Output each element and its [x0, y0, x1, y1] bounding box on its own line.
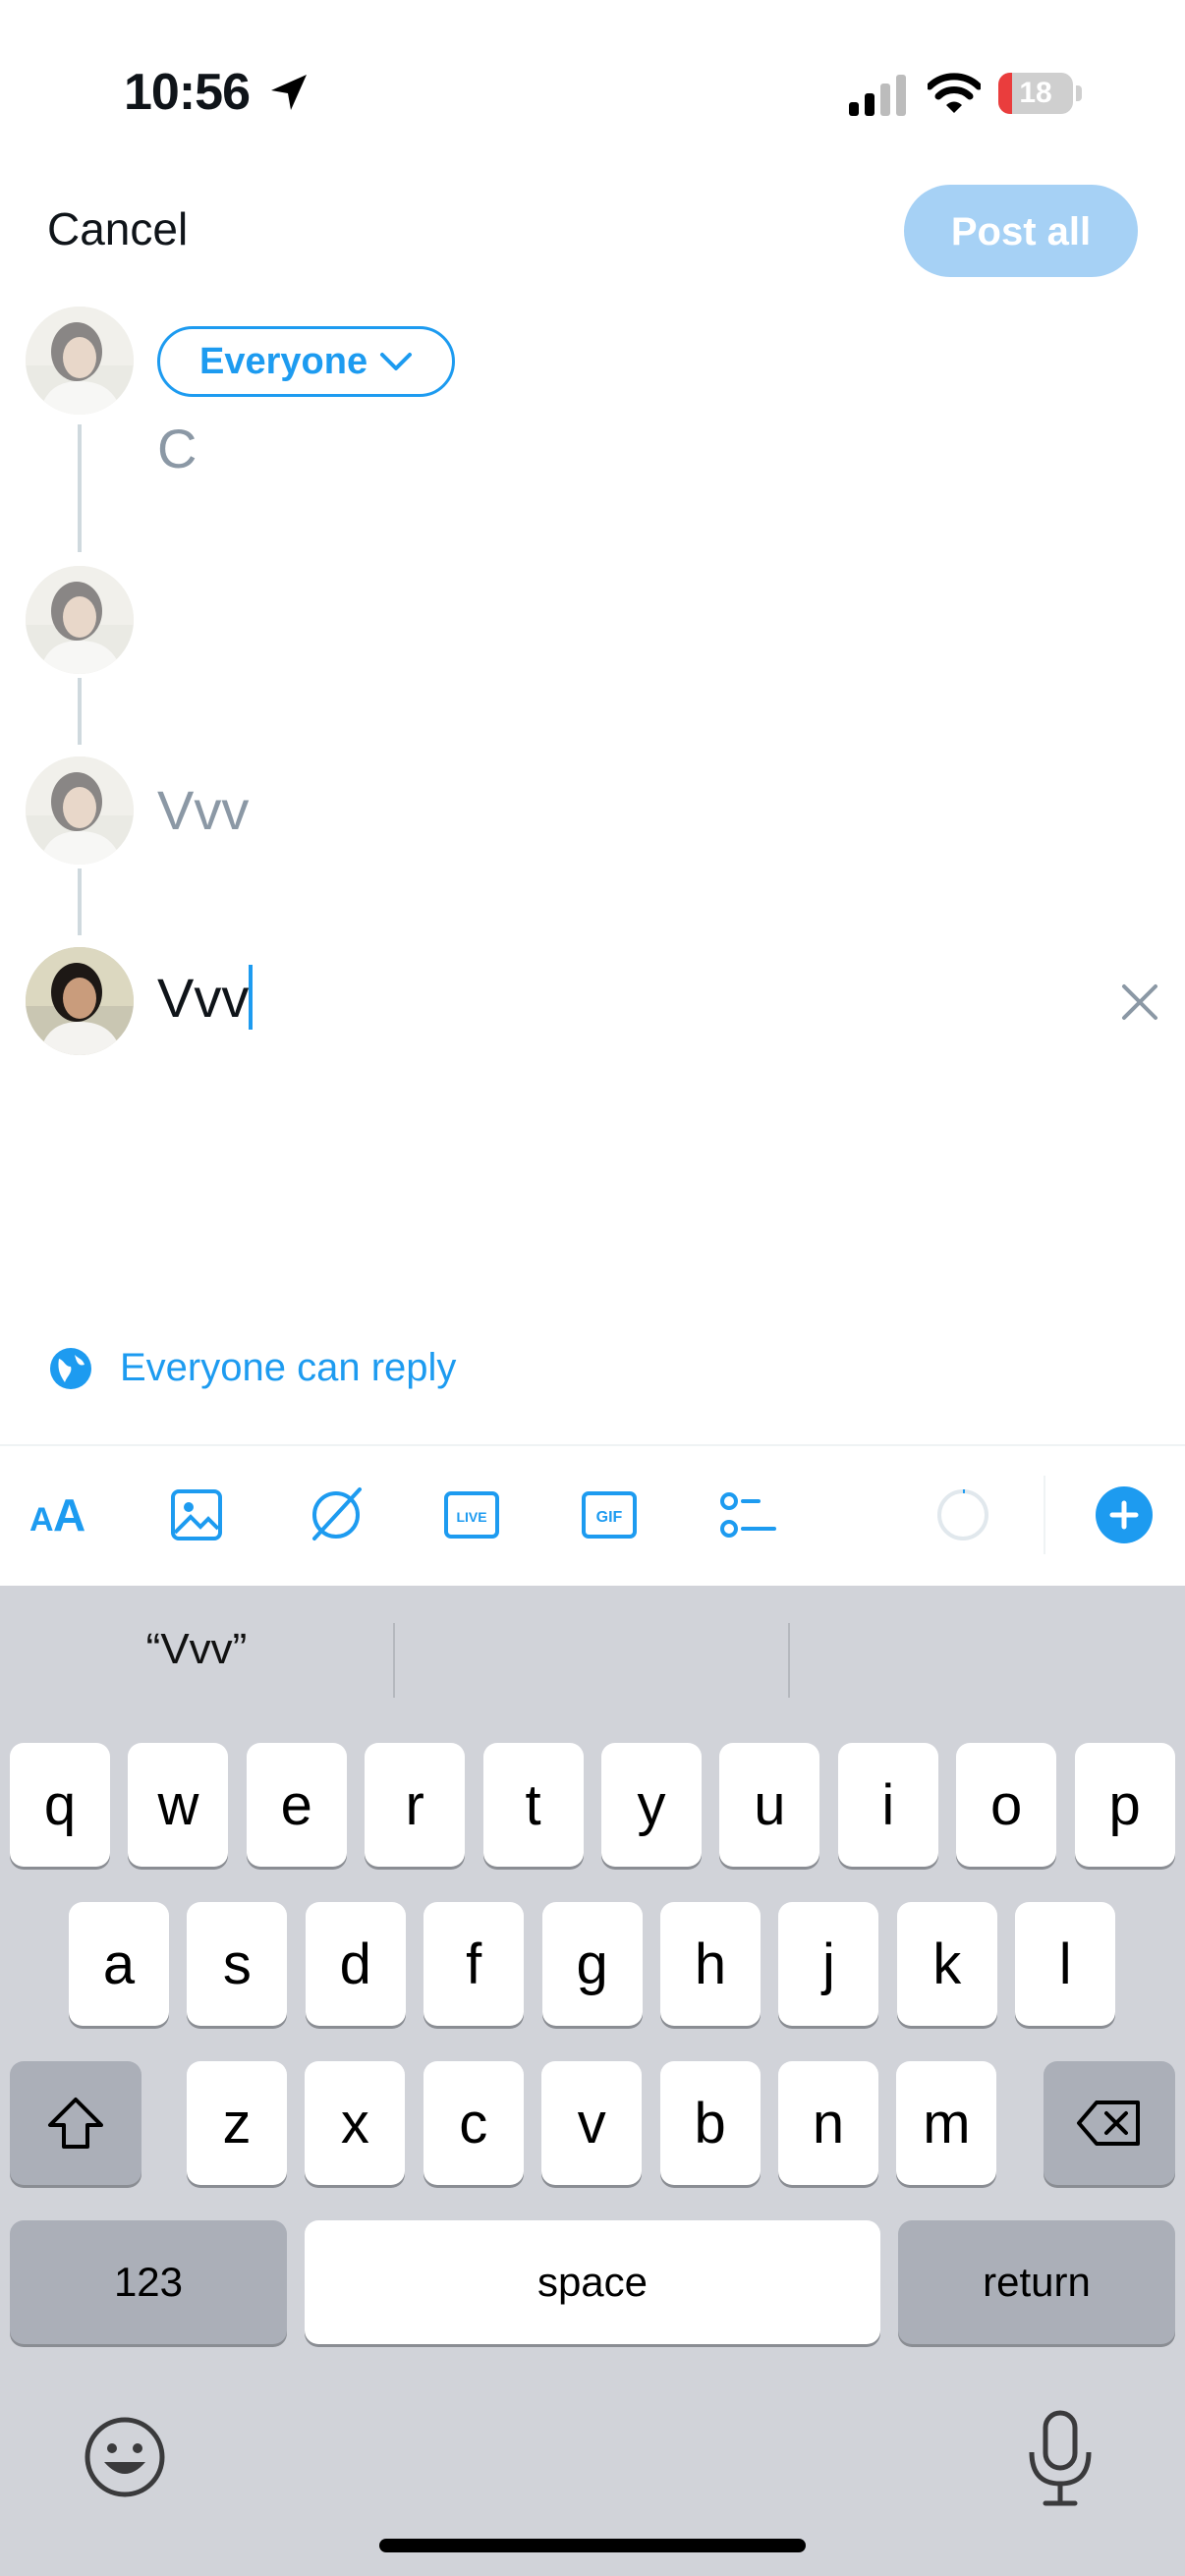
cancel-button[interactable]: Cancel: [47, 202, 188, 255]
key-e[interactable]: e: [246, 1743, 347, 1867]
key-k[interactable]: k: [896, 1902, 997, 2026]
key-z[interactable]: z: [187, 2061, 287, 2185]
key-j[interactable]: j: [778, 1902, 879, 2026]
key-i[interactable]: i: [837, 1743, 938, 1867]
image-icon[interactable]: [165, 1484, 228, 1546]
profile-photo-icon: [26, 947, 134, 1055]
svg-text:LIVE: LIVE: [456, 1509, 486, 1525]
add-post-icon[interactable]: [1093, 1484, 1156, 1546]
svg-text:GIF: GIF: [596, 1509, 623, 1526]
return-key[interactable]: return: [898, 2220, 1175, 2344]
thread-connector: [78, 424, 82, 552]
delete-key[interactable]: [1044, 2061, 1175, 2185]
key-d[interactable]: d: [305, 1902, 406, 2026]
profile-photo-icon: [26, 307, 134, 415]
reply-setting[interactable]: Everyone can reply: [49, 1346, 456, 1390]
text-cursor: [249, 965, 254, 1030]
home-indicator: [379, 2539, 806, 2552]
post-text[interactable]: C: [157, 417, 197, 480]
keyboard-suggestion[interactable]: “Vvv”: [10, 1625, 383, 1674]
chevron-down-icon: [380, 353, 413, 370]
thread-connector: [78, 868, 82, 935]
avatar: [26, 307, 134, 415]
gif-icon[interactable]: GIF: [578, 1484, 641, 1546]
key-a[interactable]: a: [69, 1902, 169, 2026]
key-w[interactable]: w: [128, 1743, 229, 1867]
active-post-editor[interactable]: Vvv: [157, 965, 254, 1030]
key-m[interactable]: m: [896, 2061, 997, 2185]
emoji-icon[interactable]: [83, 2415, 167, 2499]
shift-icon: [48, 2098, 103, 2149]
key-s[interactable]: s: [187, 1902, 288, 2026]
battery-level: 18: [1019, 77, 1052, 109]
key-h[interactable]: h: [660, 1902, 761, 2026]
key-l[interactable]: l: [1015, 1902, 1116, 2026]
key-g[interactable]: g: [541, 1902, 643, 2026]
key-r[interactable]: r: [365, 1743, 466, 1867]
no-location-icon[interactable]: [305, 1484, 367, 1546]
avatar: [26, 756, 134, 865]
audience-selector[interactable]: Everyone: [157, 326, 456, 397]
globe-icon: [50, 1347, 91, 1389]
suggestion-divider: [393, 1623, 395, 1698]
avatar: [26, 566, 134, 674]
battery-indicator: 18: [998, 73, 1082, 114]
character-count-icon: [931, 1484, 994, 1546]
wifi-icon: [928, 73, 981, 113]
post-text[interactable]: Vvv: [157, 966, 249, 1030]
key-f[interactable]: f: [423, 1902, 525, 2026]
key-b[interactable]: b: [659, 2061, 761, 2185]
key-q[interactable]: q: [10, 1743, 110, 1867]
status-time: 10:56: [124, 64, 251, 121]
profile-photo-icon: [26, 566, 134, 674]
key-u[interactable]: u: [719, 1743, 820, 1867]
svg-text:A: A: [53, 1489, 85, 1540]
live-icon[interactable]: LIVE: [440, 1484, 503, 1546]
poll-icon[interactable]: [715, 1484, 778, 1546]
key-o[interactable]: o: [956, 1743, 1057, 1867]
key-t[interactable]: t: [482, 1743, 584, 1867]
backspace-icon: [1077, 2100, 1140, 2146]
post-all-button[interactable]: Post all: [904, 185, 1138, 277]
avatar: [26, 947, 134, 1055]
toolbar-divider: [1044, 1476, 1045, 1554]
close-icon[interactable]: [1116, 979, 1163, 1026]
numbers-key[interactable]: 123: [10, 2220, 287, 2344]
post-text[interactable]: Vvv: [157, 778, 249, 842]
key-v[interactable]: v: [541, 2061, 643, 2185]
cellular-signal-icon: [849, 75, 906, 116]
key-c[interactable]: c: [423, 2061, 524, 2185]
reply-setting-label: Everyone can reply: [120, 1346, 457, 1389]
key-n[interactable]: n: [778, 2061, 878, 2185]
audience-label: Everyone: [199, 340, 368, 382]
space-key[interactable]: space: [305, 2220, 880, 2344]
microphone-icon[interactable]: [1026, 2409, 1095, 2507]
divider: [0, 1444, 1185, 1446]
thread-connector: [78, 678, 82, 745]
profile-photo-icon: [26, 756, 134, 865]
svg-text:A: A: [29, 1501, 54, 1539]
location-arrow-icon: [271, 75, 307, 110]
key-p[interactable]: p: [1074, 1743, 1175, 1867]
suggestion-divider: [788, 1623, 790, 1698]
key-x[interactable]: x: [305, 2061, 406, 2185]
text-format-icon[interactable]: A A: [28, 1484, 90, 1546]
key-y[interactable]: y: [601, 1743, 702, 1867]
shift-key[interactable]: [10, 2061, 141, 2185]
